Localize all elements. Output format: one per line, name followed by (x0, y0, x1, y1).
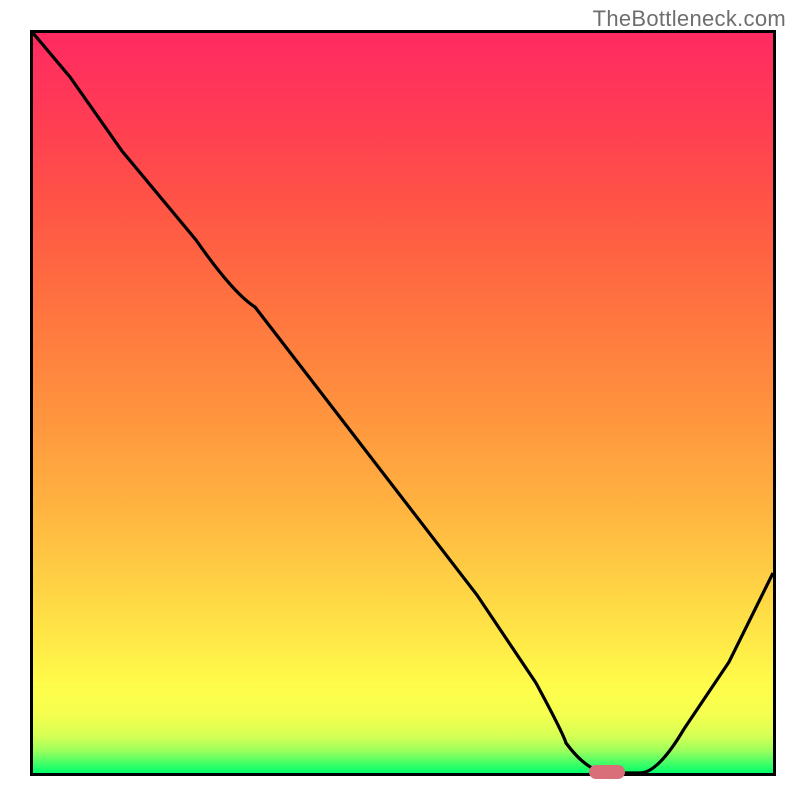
watermark-text: TheBottleneck.com (593, 6, 786, 32)
plot-area (30, 30, 776, 776)
optimal-marker (589, 765, 625, 779)
curve-path (33, 33, 773, 773)
chart-container: TheBottleneck.com (0, 0, 800, 800)
bottleneck-curve (33, 33, 773, 773)
